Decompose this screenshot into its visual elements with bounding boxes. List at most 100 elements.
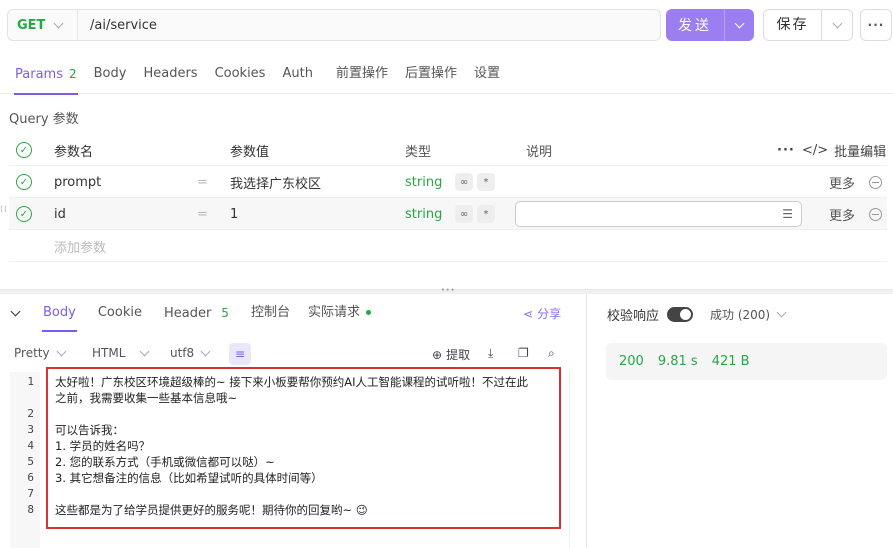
highlight-annotation-box [46, 367, 561, 529]
tab-label: Params [15, 67, 63, 82]
url-input[interactable]: /ai/service [78, 18, 157, 33]
remove-row-button[interactable] [869, 198, 882, 230]
select-all-checkbox[interactable]: ✓ [16, 134, 33, 166]
word-wrap-button[interactable]: ≡ [229, 343, 251, 365]
param-value[interactable]: 我选择广东校区 [230, 166, 321, 198]
tab-pre-script[interactable]: 前置操作 [328, 58, 396, 94]
response-stats: 200 9.81 s 421 B [606, 343, 887, 380]
tab-headers[interactable]: Headers [135, 58, 205, 94]
tab-auth[interactable]: Auth [274, 58, 320, 94]
save-button[interactable]: 保存 [763, 9, 853, 41]
minus-circle-icon [869, 207, 882, 221]
drag-handle-icon[interactable]: ⁞⁞ [0, 206, 8, 215]
copy-icon: ❐ [518, 346, 529, 360]
method-label: GET [17, 17, 46, 33]
download-button[interactable]: ⤓ [488, 346, 493, 361]
tab-settings[interactable]: 设置 [466, 58, 508, 94]
line-number: 4 [27, 439, 34, 452]
send-options-button[interactable] [724, 9, 754, 41]
share-icon: ⋖ [523, 306, 534, 321]
table-row: ⁞⁞ ✓ id = 1 string ∞ * ☰ 更多 [0, 198, 887, 230]
verify-toggle[interactable] [667, 307, 694, 322]
param-name[interactable]: prompt [54, 166, 101, 198]
share-button[interactable]: ⋖ 分享 [523, 305, 561, 322]
resize-handle-icon[interactable]: ··· [441, 285, 455, 296]
param-name[interactable]: id [54, 198, 66, 230]
tab-cookies[interactable]: Cookies [207, 58, 274, 94]
tab-count: 2 [68, 67, 77, 81]
chevron-down-icon [139, 346, 150, 356]
tab-post-script[interactable]: 后置操作 [397, 58, 465, 94]
description-input[interactable]: ☰ [515, 201, 802, 227]
line-number: 8 [27, 503, 34, 516]
param-type[interactable]: string [405, 198, 442, 230]
status-select-label: 成功 (200) [710, 308, 771, 322]
tab-label: Header [163, 306, 212, 321]
link-icon[interactable]: ∞ [455, 173, 473, 191]
header-value: 参数值 [230, 144, 270, 160]
column-options-button[interactable]: ··· [777, 134, 795, 166]
chevron-down-icon [734, 18, 745, 28]
tab-response-header[interactable]: Header 5 [156, 296, 237, 332]
row-checkbox[interactable]: ✓ [16, 166, 33, 198]
verify-label: 校验响应 [607, 309, 660, 324]
extract-button[interactable]: ⊕ 提取 [432, 346, 470, 363]
copy-button[interactable]: ❐ [518, 346, 529, 360]
tab-console[interactable]: 控制台 [243, 296, 298, 332]
tab-response-body[interactable]: Body [35, 296, 84, 332]
status-select[interactable]: 成功 (200) [710, 306, 787, 323]
share-label: 分享 [537, 307, 562, 321]
format-select[interactable]: Pretty [14, 346, 67, 360]
search-button[interactable]: ⌕ [548, 346, 555, 361]
equals-sign: = [197, 174, 208, 190]
list-icon: ☰ [782, 207, 793, 221]
minus-circle-icon [869, 175, 882, 189]
save-label: 保存 [764, 10, 822, 40]
encoding-label: utf8 [170, 346, 195, 360]
encoding-select[interactable]: utf8 [170, 346, 211, 360]
table-header-row: ✓ 参数名 参数值 类型 说明 ··· </> 批量编辑 [9, 134, 887, 166]
remove-row-button[interactable] [869, 166, 882, 198]
editor-scrollbar[interactable] [569, 372, 570, 548]
chevron-down-icon [776, 307, 787, 318]
row-more-button[interactable]: 更多 [829, 166, 855, 198]
response-tabs: Body Cookie Header 5 控制台 实际请求 [0, 296, 586, 332]
add-param-input[interactable]: 添加参数 [54, 230, 106, 262]
line-number: 3 [27, 423, 34, 436]
vertical-divider[interactable] [586, 294, 587, 548]
header-desc: 说明 [526, 144, 553, 160]
send-button[interactable]: 发送 [666, 9, 754, 41]
tab-count: 5 [221, 306, 229, 320]
method-select[interactable]: GET [8, 10, 78, 40]
tab-actual-request[interactable]: 实际请求 [300, 296, 379, 332]
check-icon: ✓ [16, 206, 32, 222]
required-icon[interactable]: * [477, 173, 495, 191]
language-select[interactable]: HTML [92, 346, 150, 360]
bulk-edit-button[interactable]: </> 批量编辑 [802, 134, 886, 166]
row-more-button[interactable]: 更多 [829, 198, 855, 230]
line-number: 1 [27, 375, 34, 388]
check-icon: ✓ [16, 142, 32, 158]
row-checkbox[interactable]: ✓ [16, 198, 33, 230]
tab-params[interactable]: Params 2 [7, 58, 85, 95]
collapse-chevron-icon[interactable] [10, 306, 21, 316]
table-row: ✓ prompt = 我选择广东校区 string ∞ * 更多 [9, 166, 887, 198]
tab-body[interactable]: Body [86, 58, 135, 94]
line-number: 7 [27, 487, 34, 500]
line-number: 5 [27, 455, 34, 468]
chevron-down-icon [200, 346, 211, 356]
status-code: 200 [619, 354, 644, 369]
more-options-button[interactable]: ··· [860, 9, 892, 41]
check-icon: ✓ [16, 174, 32, 190]
save-options-button[interactable] [822, 18, 852, 28]
query-section-title: Query 参数 [9, 112, 79, 127]
required-icon[interactable]: * [477, 205, 495, 223]
link-icon[interactable]: ∞ [455, 205, 473, 223]
extract-label: 提取 [446, 348, 471, 362]
param-flags: ∞ * [455, 198, 495, 230]
param-type[interactable]: string [405, 166, 442, 198]
param-value[interactable]: 1 [230, 198, 238, 230]
add-param-row: 添加参数 [9, 230, 887, 262]
tab-response-cookie[interactable]: Cookie [90, 296, 150, 332]
language-label: HTML [92, 346, 126, 360]
